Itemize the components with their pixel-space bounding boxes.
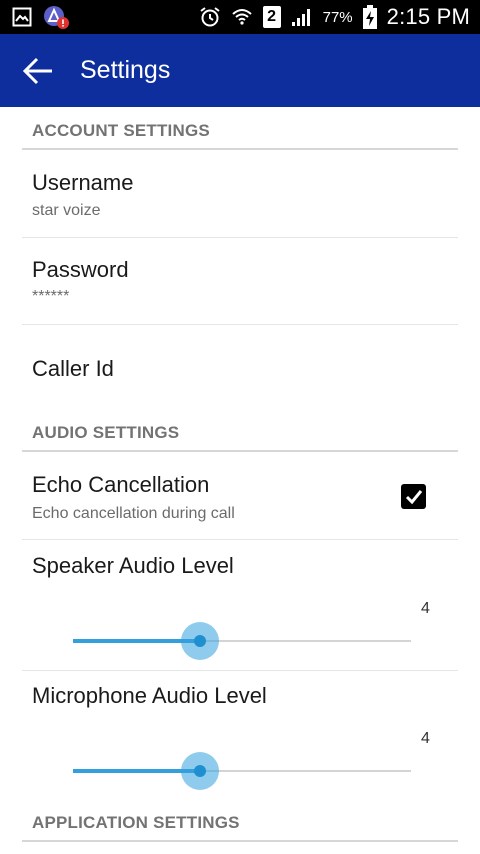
- app-alert-icon: [42, 4, 70, 30]
- echo-cancellation-preference[interactable]: Echo Cancellation Echo cancellation duri…: [0, 452, 480, 539]
- echo-cancellation-checkbox[interactable]: [401, 484, 426, 509]
- status-bar-left: [12, 4, 70, 30]
- wifi-icon: [231, 6, 253, 28]
- clock: 2:15 PM: [386, 4, 470, 29]
- microphone-level-value: 4: [421, 730, 430, 747]
- microphone-level-slider[interactable]: [73, 751, 411, 791]
- status-bar-right: 2 77% 2:15 PM: [199, 4, 470, 30]
- sim-slot-label: 2: [267, 8, 277, 25]
- audio-settings-header: AUDIO SETTINGS: [32, 423, 180, 442]
- alarm-icon: [199, 6, 221, 28]
- microphone-audio-level-title: Microphone Audio Level: [32, 683, 267, 708]
- status-bar: 2 77% 2:15 PM: [0, 0, 480, 34]
- username-summary: star voize: [32, 202, 101, 219]
- sim-2-icon: 2: [262, 6, 281, 28]
- app-bar: Settings: [0, 34, 480, 107]
- checkmark-icon: [405, 489, 423, 505]
- speaker-level-slider[interactable]: [73, 621, 411, 661]
- caller-id-preference[interactable]: Caller Id: [0, 325, 480, 407]
- speaker-level-value: 4: [421, 600, 430, 617]
- gallery-icon: [12, 7, 32, 27]
- password-preference[interactable]: Password ******: [0, 238, 480, 324]
- username-preference[interactable]: Username star voize: [0, 150, 480, 237]
- echo-cancellation-summary: Echo cancellation during call: [32, 505, 235, 522]
- speaker-audio-level-preference: Speaker Audio Level 4: [0, 540, 480, 670]
- slider-thumb[interactable]: [194, 765, 206, 777]
- username-title: Username: [32, 170, 134, 195]
- password-title: Password: [32, 257, 129, 282]
- battery-percent: 77%: [322, 8, 353, 26]
- account-settings-header: ACCOUNT SETTINGS: [32, 121, 210, 140]
- battery-charging-icon: [362, 5, 377, 29]
- back-button[interactable]: [0, 34, 76, 107]
- section-divider: [22, 840, 458, 842]
- password-summary: ******: [32, 288, 70, 305]
- application-settings-header: APPLICATION SETTINGS: [32, 813, 240, 832]
- echo-cancellation-title: Echo Cancellation: [32, 472, 210, 497]
- speaker-audio-level-title: Speaker Audio Level: [32, 553, 234, 578]
- back-arrow-icon: [22, 57, 54, 85]
- slider-thumb[interactable]: [194, 635, 206, 647]
- microphone-audio-level-preference: Microphone Audio Level 4: [0, 671, 480, 801]
- page-title: Settings: [80, 56, 171, 84]
- caller-id-title: Caller Id: [32, 356, 114, 381]
- signal-icon: [291, 7, 313, 27]
